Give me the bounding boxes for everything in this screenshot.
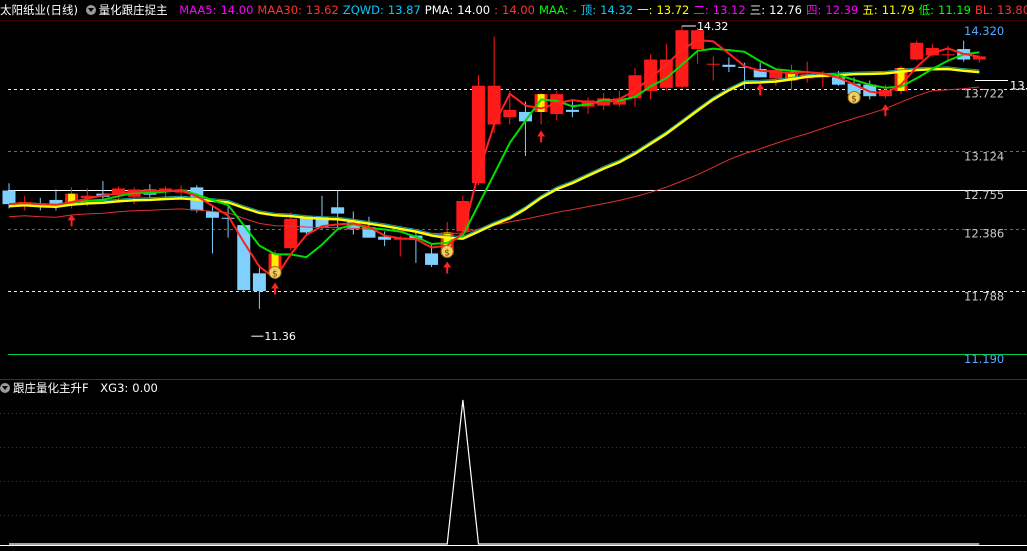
price-label-l1: 13.722: [964, 87, 1004, 101]
buy-arrow-icon: [756, 83, 765, 96]
xg3-value: 0.00: [132, 381, 158, 395]
price-label-l5: 11.788: [964, 289, 1004, 303]
candle-body: [2, 190, 16, 205]
price-label-top: 14.320: [964, 24, 1004, 38]
indicator-menu-toggle-2[interactable]: 跟庄量化主升F: [0, 381, 93, 395]
buy-arrow-icon: [67, 214, 76, 227]
xg3-line: [9, 399, 980, 545]
candle-body: [252, 273, 266, 292]
chevron-down-icon[interactable]: [0, 383, 10, 393]
sub-indicator-header: 跟庄量化主升F XG3: 0.00: [0, 380, 162, 396]
candle-body: [472, 85, 485, 184]
candle-body: [941, 54, 955, 56]
price-label-l2: 13.124: [964, 149, 1004, 163]
candle-body: [503, 109, 517, 118]
money-bag-glyph: $: [851, 94, 857, 104]
candle-body: [331, 207, 345, 214]
candle-body: [284, 218, 298, 249]
candle-body: [675, 30, 689, 87]
price-label-low: 11.190: [964, 352, 1004, 366]
high-annotation: 14.32: [697, 20, 729, 33]
candle-body: [487, 85, 501, 125]
price-label-l3: 12.755: [964, 188, 1004, 202]
buy-arrow-icon: [443, 261, 452, 274]
money-bag-glyph: $: [444, 248, 450, 258]
xg3-label: XG3:: [100, 381, 129, 395]
candle-body: [565, 109, 579, 112]
candle-body: [205, 211, 219, 218]
money-bag-glyph: $: [272, 269, 278, 279]
buy-arrow-icon: [881, 104, 890, 117]
candle-body: [425, 253, 439, 265]
candle-body: [910, 42, 924, 60]
sub-indicator-name: 跟庄量化主升F: [13, 381, 89, 395]
candle-body: [722, 64, 736, 67]
candle-body: [706, 63, 720, 65]
last-price-label: 13.7: [1010, 78, 1027, 92]
candlestick-chart[interactable]: $ $ $14.32 11.36 14.320 13.722 13.124 12.755 12…: [0, 0, 1027, 551]
buy-arrow-icon: [271, 282, 280, 295]
buy-arrow-icon: [537, 130, 546, 143]
price-label-l4: 12.386: [964, 227, 1004, 241]
candle-body: [221, 217, 235, 219]
low-annotation: 11.36: [264, 330, 296, 343]
